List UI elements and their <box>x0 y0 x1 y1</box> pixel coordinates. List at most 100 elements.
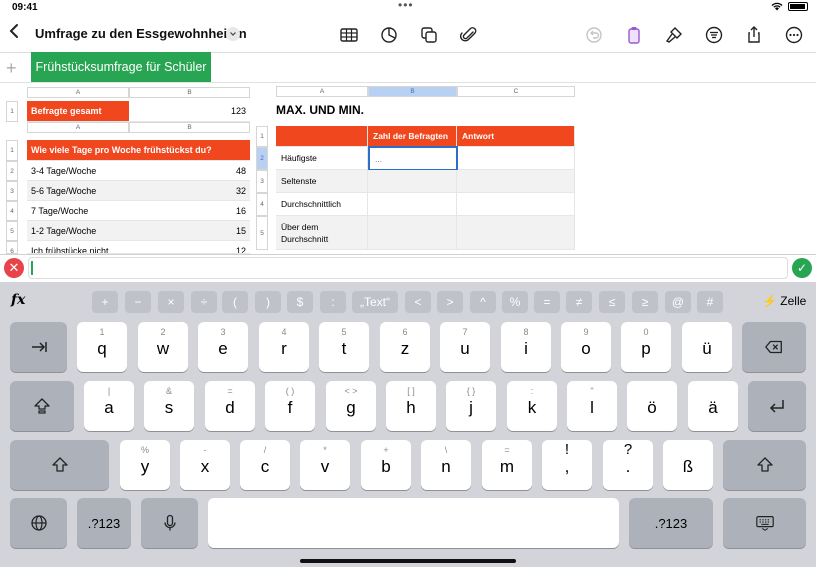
key-ae[interactable]: ä <box>688 381 738 431</box>
undo-icon[interactable] <box>583 24 605 46</box>
multitasking-dots-icon[interactable]: ••• <box>398 0 414 12</box>
op-less-equal[interactable]: ≤ <box>599 291 625 313</box>
table3-value-cell[interactable] <box>368 193 457 216</box>
table3-col-b-header[interactable]: B <box>368 86 457 97</box>
key-d[interactable]: = d <box>205 381 255 431</box>
table3-row-header[interactable]: 2 <box>256 147 268 170</box>
table2-row-header[interactable]: 3 <box>6 181 18 201</box>
return-key[interactable] <box>748 381 806 431</box>
op-close-paren[interactable]: ) <box>255 291 281 313</box>
op-hash[interactable]: # <box>697 291 723 313</box>
shift-right-key[interactable] <box>723 440 806 490</box>
op-greater-equal[interactable]: ≥ <box>632 291 658 313</box>
table3-row-header[interactable]: 5 <box>256 216 268 250</box>
key-g[interactable]: < > g <box>326 381 376 431</box>
op-not-equal[interactable]: ≠ <box>566 291 592 313</box>
table1-row-header[interactable]: 1 <box>6 101 18 122</box>
table2-row-header[interactable]: 2 <box>6 161 18 181</box>
format-brush-icon[interactable] <box>663 24 685 46</box>
op-at[interactable]: @ <box>665 291 691 313</box>
table3-col-a-header[interactable]: A <box>276 86 368 97</box>
op-percent[interactable]: % <box>502 291 528 313</box>
key-u[interactable]: 7u <box>440 322 490 372</box>
cancel-formula-icon[interactable]: ✕ <box>4 258 24 278</box>
key-q[interactable]: 1q <box>77 322 127 372</box>
key-r[interactable]: 4r <box>259 322 309 372</box>
table2-value-cell[interactable]: 12 <box>129 241 250 254</box>
numbers-key-left[interactable]: .?123 <box>77 498 131 548</box>
table3-header-cell-b[interactable]: Zahl der Befragten <box>368 126 457 147</box>
key-b[interactable]: + b <box>361 440 411 490</box>
op-less[interactable]: < <box>405 291 431 313</box>
table3-header-cell-c[interactable]: Antwort <box>457 126 575 147</box>
op-dollar[interactable]: $ <box>287 291 313 313</box>
key-n[interactable]: \ n <box>421 440 471 490</box>
organize-icon[interactable] <box>703 24 725 46</box>
tab-key[interactable] <box>10 322 67 372</box>
key-f[interactable]: ( ) f <box>265 381 315 431</box>
table2-row-header[interactable]: 5 <box>6 221 18 241</box>
caps-lock-key[interactable] <box>10 381 74 431</box>
table3-value-cell[interactable] <box>368 216 457 250</box>
key-k[interactable]: :k <box>507 381 557 431</box>
key-c[interactable]: / c <box>240 440 290 490</box>
table2-value-cell[interactable]: 15 <box>129 221 250 241</box>
share-icon[interactable] <box>743 24 765 46</box>
table3-value-cell[interactable] <box>368 170 457 193</box>
table3-answer-cell[interactable] <box>458 147 575 170</box>
op-colon[interactable]: : <box>320 291 346 313</box>
formula-input[interactable] <box>28 257 788 279</box>
fx-icon[interactable]: fx <box>11 292 25 308</box>
table1-value-cell[interactable]: 123 <box>129 101 250 122</box>
key-period[interactable]: ?. <box>603 440 653 490</box>
op-divide[interactable]: ÷ <box>191 291 217 313</box>
key-ue[interactable]: ü <box>682 322 732 372</box>
table2-label-cell[interactable]: 7 Tage/Woche <box>27 201 129 221</box>
key-m[interactable]: = m <box>482 440 532 490</box>
op-plus[interactable]: + <box>92 291 118 313</box>
op-minus[interactable]: − <box>125 291 151 313</box>
home-indicator[interactable] <box>300 559 516 563</box>
key-sz[interactable]: ß <box>663 440 713 490</box>
accept-formula-icon[interactable]: ✓ <box>792 258 812 278</box>
table2-value-cell[interactable]: 16 <box>129 201 250 221</box>
key-a[interactable]: | a <box>84 381 134 431</box>
numbers-key-right[interactable]: .?123 <box>629 498 713 548</box>
key-v[interactable]: * v <box>300 440 350 490</box>
key-t[interactable]: 5t <box>319 322 369 372</box>
key-j[interactable]: { } j <box>446 381 496 431</box>
back-chevron-icon[interactable] <box>8 22 20 45</box>
title-chevron-down-icon[interactable] <box>226 27 240 41</box>
table1-label-cell[interactable]: Befragte gesamt <box>27 101 129 122</box>
dictation-key[interactable] <box>141 498 198 548</box>
key-o[interactable]: 9o <box>561 322 611 372</box>
document-title[interactable]: Umfrage zu den Essgewohnheiten <box>35 26 247 41</box>
table2-col-b-header[interactable]: B <box>129 122 250 133</box>
key-y[interactable]: % y <box>120 440 170 490</box>
table3-label-cell[interactable]: Häufigste <box>276 147 368 170</box>
key-x[interactable]: -x <box>180 440 230 490</box>
table1-col-b-header[interactable]: B <box>129 87 250 98</box>
table2-col-a-header[interactable]: A <box>27 122 129 133</box>
op-greater[interactable]: > <box>437 291 463 313</box>
table2-label-cell[interactable]: 3-4 Tage/Woche <box>27 161 129 181</box>
more-icon[interactable] <box>783 24 805 46</box>
key-e[interactable]: 3e <box>198 322 248 372</box>
table3-label-cell[interactable]: Durchschnittlich <box>276 193 368 216</box>
table3-row-header[interactable]: 4 <box>256 193 268 216</box>
table3-row-header[interactable]: 3 <box>256 170 268 193</box>
cell-reference-button[interactable]: ⚡ Zelle <box>762 294 806 308</box>
table3-col-c-header[interactable]: C <box>457 86 575 97</box>
op-multiply[interactable]: × <box>158 291 184 313</box>
paperclip-icon[interactable] <box>458 24 480 46</box>
key-w[interactable]: 2w <box>138 322 188 372</box>
table2-label-cell[interactable]: 5-6 Tage/Woche <box>27 181 129 201</box>
key-h[interactable]: [ ] h <box>386 381 436 431</box>
space-key[interactable] <box>208 498 619 548</box>
tab-breakfast-survey[interactable]: Frühstücksumfrage für Schüler <box>31 52 211 82</box>
table2-label-cell[interactable]: Ich frühstücke nicht <box>27 241 129 254</box>
key-comma[interactable]: !, <box>542 440 592 490</box>
key-p[interactable]: 0p <box>621 322 671 372</box>
clipboard-icon[interactable] <box>623 24 645 46</box>
table2-label-cell[interactable]: 1-2 Tage/Woche <box>27 221 129 241</box>
